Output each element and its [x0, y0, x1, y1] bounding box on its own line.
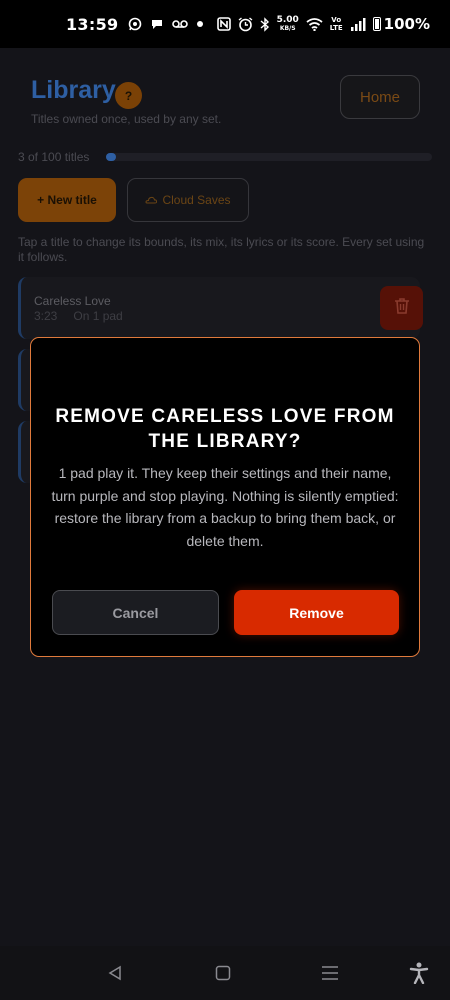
- bluetooth-icon: [260, 16, 270, 32]
- volte-bottom: LTE: [329, 24, 343, 32]
- library-hint: Tap a title to change its bounds, its mi…: [18, 235, 425, 264]
- alarm-icon: [238, 16, 253, 32]
- status-bar: 13:59 5.00 KB/S Vo LTE 100%: [0, 0, 450, 48]
- accessibility-icon[interactable]: [408, 962, 430, 984]
- wifi-icon: [306, 17, 323, 31]
- back-icon[interactable]: [104, 962, 126, 984]
- nfc-icon: [216, 17, 231, 31]
- title-meta: 3:23 On 1 pad: [34, 309, 123, 323]
- status-left-icons: [128, 17, 204, 31]
- help-button[interactable]: ?: [115, 82, 142, 109]
- status-right-icons: 5.00 KB/S Vo LTE 100%: [216, 14, 430, 33]
- page-title: Library: [31, 76, 116, 104]
- home-icon[interactable]: [212, 962, 234, 984]
- title-count-progress: [106, 153, 432, 161]
- cloud-saves-label: Cloud Saves: [162, 193, 231, 207]
- cloud-icon: [145, 193, 158, 207]
- battery-percent: 100%: [383, 14, 430, 33]
- recents-icon[interactable]: [319, 962, 341, 984]
- cloud-saves-button[interactable]: Cloud Saves: [127, 178, 249, 222]
- data-speed-unit: KB/S: [279, 25, 296, 32]
- remove-button[interactable]: Remove: [234, 590, 399, 635]
- title-duration: 3:23: [34, 309, 58, 323]
- remove-confirm-dialog: REMOVE CARELESS LOVE FROM THE LIBRARY? 1…: [30, 337, 420, 657]
- dialog-message: 1 pad play it. They keep their settings …: [51, 465, 399, 549]
- title-count: 3 of 100 titles: [18, 150, 90, 164]
- system-nav-bar: [0, 946, 450, 1000]
- trash-icon: [394, 297, 410, 320]
- data-speed-icon: 5.00 KB/S: [276, 15, 299, 33]
- status-time: 13:59: [66, 14, 119, 34]
- chat-icon: [150, 17, 164, 31]
- battery-icon: 100%: [372, 14, 430, 33]
- page-subtitle: Titles owned once, used by any set.: [31, 112, 222, 126]
- volte-icon: Vo LTE: [330, 16, 343, 32]
- dot-icon: [196, 20, 204, 28]
- new-title-button[interactable]: + New title: [18, 178, 116, 222]
- signal-icon: [350, 17, 366, 31]
- cancel-button[interactable]: Cancel: [52, 590, 219, 635]
- data-speed-value: 5.00: [276, 15, 299, 25]
- title-count-progress-fill: [106, 153, 116, 161]
- list-item[interactable]: Careless Love 3:23 On 1 pad: [18, 277, 423, 339]
- dialog-title: REMOVE CARELESS LOVE FROM THE LIBRARY?: [55, 406, 395, 452]
- delete-title-button[interactable]: [380, 286, 423, 330]
- home-button[interactable]: Home: [340, 75, 420, 119]
- title-usage: On 1 pad: [73, 309, 123, 323]
- title-name: Careless Love: [34, 294, 111, 308]
- volte-top: Vo: [331, 16, 342, 24]
- battery-shape: [372, 17, 381, 31]
- voicemail-icon: [172, 19, 189, 29]
- whatsapp-icon: [128, 17, 142, 31]
